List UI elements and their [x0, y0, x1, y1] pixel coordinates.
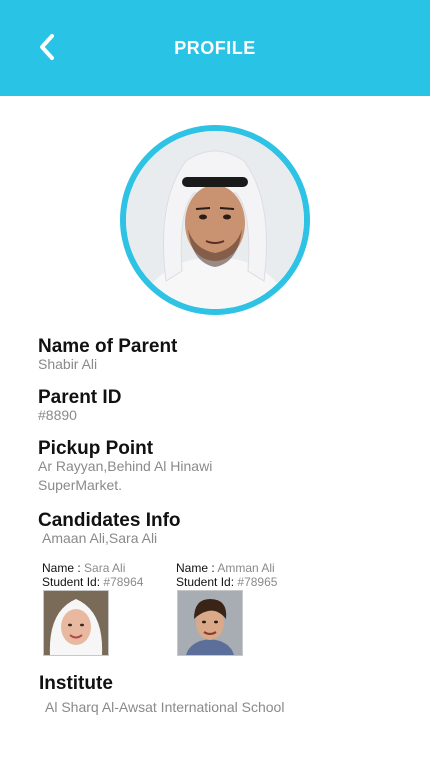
student-id-value: #78965 — [237, 575, 278, 589]
student-photo[interactable] — [177, 590, 243, 656]
student-id-key: Student Id: — [176, 575, 235, 589]
parent-photo — [126, 131, 304, 309]
student-name-value: Amman Ali — [217, 561, 275, 575]
page-title: PROFILE — [174, 38, 256, 58]
student-photo[interactable] — [43, 590, 109, 656]
student-girl-photo — [44, 591, 108, 655]
student-name-row: Name : Amman Ali — [176, 561, 275, 575]
student-boy-photo — [178, 591, 242, 655]
student-name-value: Sara Ali — [84, 561, 126, 575]
pickup-point-value-line2: SuperMarket. — [38, 477, 123, 493]
candidates-info-value: Amaan Ali,Sara Ali — [42, 530, 158, 546]
student-id-key: Student Id: — [42, 575, 101, 589]
institute-label: Institute — [39, 673, 113, 694]
pickup-point-value-line1: Ar Rayyan,Behind Al Hinawi — [38, 458, 213, 474]
app-header: PROFILE — [0, 0, 430, 96]
student-id-row: Student Id: #78964 — [42, 575, 143, 589]
student-name-key: Name : — [42, 561, 81, 575]
student-id-row: Student Id: #78965 — [176, 575, 277, 589]
parent-id-value: #8890 — [38, 407, 77, 423]
student-id-value: #78964 — [103, 575, 144, 589]
parent-name-value: Shabir Ali — [38, 356, 98, 372]
student-name-key: Name : — [176, 561, 215, 575]
institute-value: Al Sharq Al-Awsat International School — [45, 699, 285, 715]
avatar — [120, 125, 310, 315]
student-name-row: Name : Sara Ali — [42, 561, 125, 575]
